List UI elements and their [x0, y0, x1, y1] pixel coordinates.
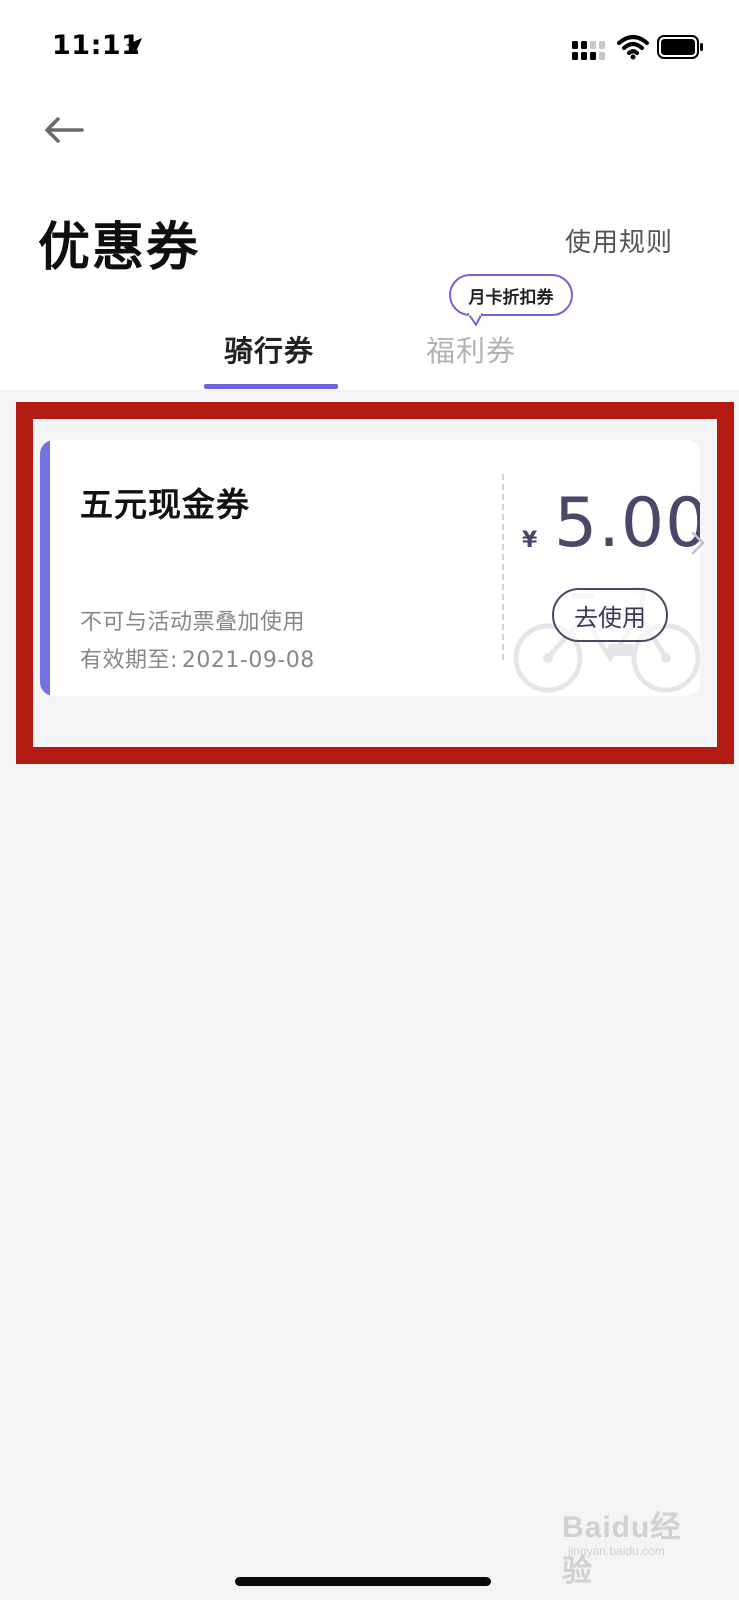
usage-rules-link[interactable]: 使用规则 — [565, 222, 673, 259]
tab-welfare-coupons[interactable]: 福利券 — [426, 328, 516, 370]
status-bar: 11:11 — [0, 0, 739, 95]
coupon-name: 五元现金券 — [80, 485, 250, 524]
battery-icon — [657, 35, 703, 59]
use-coupon-button[interactable]: 去使用 — [552, 588, 668, 642]
coupon-card[interactable]: 五元现金券 不可与活动票叠加使用 有效期至: 2021-09-08 ¥ 5.00 … — [40, 440, 700, 696]
page-title: 优惠券 — [38, 218, 201, 278]
back-arrow-icon — [45, 117, 84, 143]
location-arrow-icon — [126, 38, 142, 54]
back-button[interactable] — [38, 108, 90, 152]
currency-symbol: ¥ — [522, 528, 538, 553]
tab-riding-coupons[interactable]: 骑行券 — [224, 328, 314, 370]
badge-tail-icon — [467, 313, 483, 326]
monthly-card-discount-badge: 月卡折扣券 — [449, 274, 573, 316]
coupon-expiry: 有效期至: 2021-09-08 — [80, 642, 315, 674]
watermark-url: jingyan.baidu.com — [568, 1544, 665, 1558]
home-indicator[interactable] — [235, 1577, 491, 1586]
wifi-icon — [617, 35, 649, 60]
expiry-label: 有效期至: — [80, 648, 178, 673]
card-divider — [502, 474, 504, 660]
coupon-restriction-note: 不可与活动票叠加使用 — [80, 610, 306, 635]
active-tab-indicator — [204, 384, 338, 389]
card-accent-bar — [40, 440, 50, 696]
chevron-right-icon[interactable] — [690, 530, 706, 556]
expiry-date: 2021-09-08 — [181, 648, 315, 673]
cellular-signal-icon — [572, 41, 605, 60]
baidu-watermark: Baidu经验 jingyan.baidu.com — [562, 1488, 712, 1588]
coupon-amount: 5.00 — [554, 484, 700, 563]
